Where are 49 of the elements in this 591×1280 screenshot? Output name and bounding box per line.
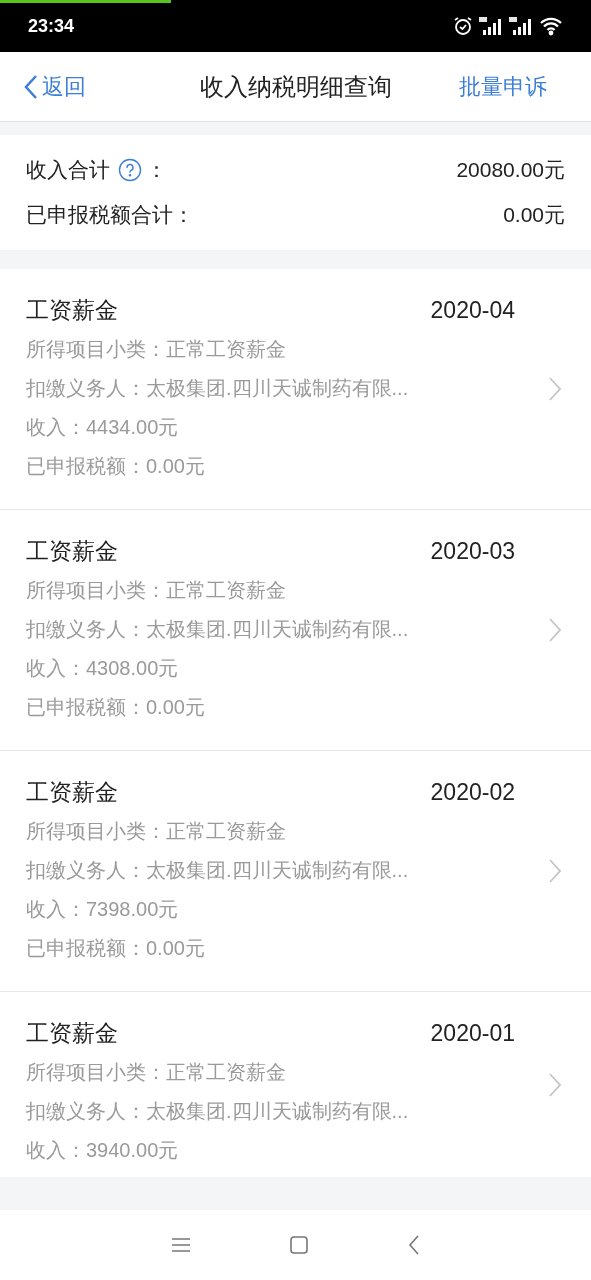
help-icon[interactable] (118, 158, 142, 182)
record-detail: 收入：4308.00元 (26, 656, 180, 681)
record-detail: 扣缴义务人：太极集团.四川天诚制药有限... (26, 1099, 410, 1124)
income-record[interactable]: 工资薪金 2020-01 所得项目小类：正常工资薪金 扣缴义务人：太极集团.四川天诚制药有限... 收入：3940.00元 (0, 992, 591, 1177)
record-detail: 收入：7398.00元 (26, 897, 180, 922)
home-icon[interactable] (289, 1236, 308, 1254)
record-detail: 已申报税额：0.00元 (26, 936, 206, 961)
record-period: 2020-01 (430, 1019, 515, 1049)
status-time: 23:34 (28, 14, 75, 38)
record-detail: 扣缴义务人：太极集团.四川天诚制药有限... (26, 617, 410, 642)
back-icon (24, 73, 38, 100)
record-detail: 所得项目小类：正常工资薪金 (26, 578, 287, 603)
record-detail: 收入：3940.00元 (26, 1138, 180, 1163)
chevron-icon (549, 618, 561, 642)
record-detail: 扣缴义务人：太极集团.四川天诚制药有限... (26, 858, 410, 883)
summary-label: 已申报税额合计： (26, 202, 194, 229)
back-button[interactable]: 返回 (0, 70, 86, 103)
record-title: 工资薪金 (26, 537, 118, 567)
record-detail: 所得项目小类：正常工资薪金 (26, 337, 287, 362)
record-period: 2020-04 (430, 296, 515, 326)
signal-icon (479, 16, 503, 36)
chevron-icon (549, 377, 561, 401)
page-title: 收入纳税明细查询 (199, 71, 392, 102)
wifi-icon (539, 16, 563, 36)
record-title: 工资薪金 (26, 778, 118, 808)
alarm-icon (453, 16, 473, 36)
record-detail: 扣缴义务人：太极集团.四川天诚制药有限... (26, 376, 410, 401)
record-period: 2020-02 (430, 778, 515, 808)
record-detail: 所得项目小类：正常工资薪金 (26, 1060, 287, 1085)
record-detail: 收入：4434.00元 (26, 415, 180, 440)
colon: ： (146, 157, 167, 184)
menu-icon[interactable] (171, 1237, 190, 1253)
record-title: 工资薪金 (26, 1019, 118, 1049)
summary-value: 20080.00元 (456, 157, 565, 184)
income-record[interactable]: 工资薪金 2020-04 所得项目小类：正常工资薪金 扣缴义务人：太极集团.四川天诚制药有限... 收入：4434.00元 已申报税额：0.00元 (0, 269, 591, 509)
income-record[interactable]: 工资薪金 2020-03 所得项目小类：正常工资薪金 扣缴义务人：太极集团.四川天诚制药有限... 收入：4308.00元 已申报税额：0.00元 (0, 510, 591, 750)
record-title: 工资薪金 (26, 296, 118, 326)
batch-appeal-link[interactable]: 批量申诉 (459, 70, 591, 103)
back-icon[interactable] (407, 1235, 420, 1255)
record-period: 2020-03 (430, 537, 515, 567)
summary-label: 收入合计 (26, 157, 110, 184)
income-record[interactable]: 工资薪金 2020-02 所得项目小类：正常工资薪金 扣缴义务人：太极集团.四川天诚制药有限... 收入：7398.00元 已申报税额：0.00元 (0, 751, 591, 991)
record-detail: 已申报税额：0.00元 (26, 454, 206, 479)
signal-icon (509, 16, 533, 36)
record-detail: 所得项目小类：正常工资薪金 (26, 819, 287, 844)
record-detail: 已申报税额：0.00元 (26, 695, 206, 720)
summary-value: 0.00元 (503, 202, 565, 229)
chevron-icon (549, 859, 561, 883)
chevron-icon (549, 1072, 561, 1097)
